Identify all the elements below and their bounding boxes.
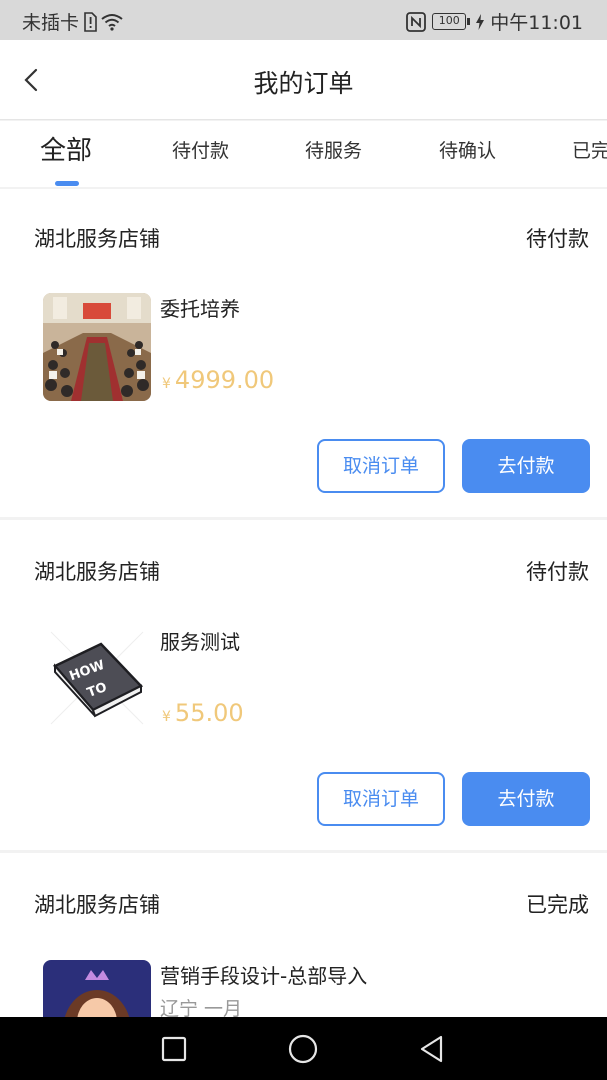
item-title[interactable]: 服务测试 xyxy=(160,626,240,655)
recent-apps-icon[interactable] xyxy=(158,1033,190,1065)
product-thumbnail[interactable]: HOW TO xyxy=(43,624,151,732)
item-price: ¥4999.00 xyxy=(162,366,275,394)
back-triangle-icon[interactable] xyxy=(416,1033,448,1065)
battery-level: 100 xyxy=(432,13,467,30)
pay-button[interactable]: 去付款 xyxy=(462,772,590,826)
item-price: ¥55.00 xyxy=(162,699,244,727)
pay-button[interactable]: 去付款 xyxy=(462,439,590,493)
shop-name[interactable]: 湖北服务店铺 xyxy=(34,889,160,919)
active-tab-indicator xyxy=(55,181,79,186)
cancel-order-button[interactable]: 取消订单 xyxy=(317,772,445,826)
app-header: 我的订单 xyxy=(0,40,607,120)
carrier-text: 未插卡 xyxy=(22,12,80,34)
shop-name[interactable]: 湖北服务店铺 xyxy=(34,556,160,586)
charging-icon xyxy=(476,13,485,30)
tab-pending-payment[interactable]: 待付款 xyxy=(172,121,229,187)
battery-icon: 100 xyxy=(432,13,471,30)
system-nav-bar xyxy=(0,1017,607,1080)
home-icon[interactable] xyxy=(287,1033,319,1065)
cancel-order-button[interactable]: 取消订单 xyxy=(317,439,445,493)
clock: 中午11:01 xyxy=(490,12,583,34)
product-thumbnail[interactable] xyxy=(43,293,151,401)
sim-alert-icon xyxy=(84,11,97,32)
nfc-icon xyxy=(406,11,427,32)
order-card[interactable]: 湖北服务店铺 待付款 委托培养 ¥4999.00 取消订单 去付款 xyxy=(0,189,607,517)
meeting-room-image xyxy=(43,293,151,401)
tab-completed[interactable]: 已完 xyxy=(572,121,607,187)
status-bar: 未插卡 100 中午11:01 xyxy=(0,0,607,40)
item-title[interactable]: 委托培养 xyxy=(160,293,240,322)
tab-all[interactable]: 全部 xyxy=(40,121,92,187)
tab-pending-confirm[interactable]: 待确认 xyxy=(439,121,496,187)
how-to-book-image: HOW TO xyxy=(43,624,151,732)
shop-name[interactable]: 湖北服务店铺 xyxy=(34,223,160,253)
order-status: 待付款 xyxy=(526,227,589,251)
order-card[interactable]: 湖北服务店铺 已完成 营销手段设计-总部导入 辽宁 一月 xyxy=(0,853,607,1068)
order-status: 已完成 xyxy=(526,893,589,917)
item-title[interactable]: 营销手段设计-总部导入 xyxy=(160,960,367,989)
tab-pending-service[interactable]: 待服务 xyxy=(305,121,362,187)
order-tabs: 全部 待付款 待服务 待确认 已完 xyxy=(0,121,607,187)
order-card[interactable]: 湖北服务店铺 待付款 HOW TO 服务测试 ¥55.00 取消订单 去付款 xyxy=(0,520,607,850)
page-title: 我的订单 xyxy=(253,69,354,98)
wifi-icon xyxy=(101,13,123,31)
order-status: 待付款 xyxy=(526,560,589,584)
